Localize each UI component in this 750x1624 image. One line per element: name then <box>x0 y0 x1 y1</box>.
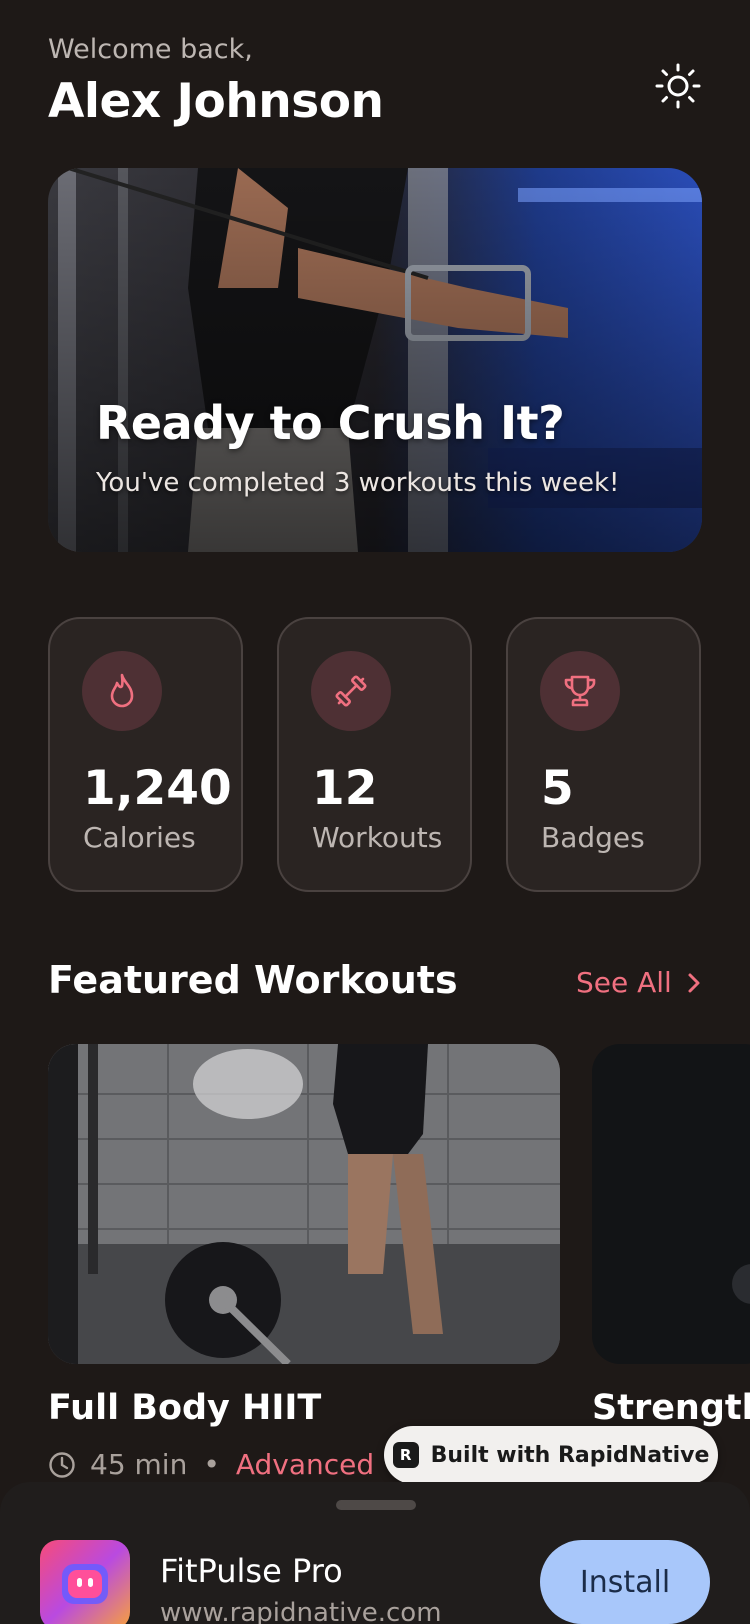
workout-card-image[interactable] <box>592 1044 750 1364</box>
welcome-text: Welcome back, <box>48 34 253 65</box>
section-title: Featured Workouts <box>48 958 458 1002</box>
workout-photo <box>48 1044 560 1364</box>
hero-title: Ready to Crush It? <box>96 396 565 450</box>
workout-card-image[interactable] <box>48 1044 560 1364</box>
chevron-right-icon <box>688 973 700 992</box>
built-with-badge[interactable]: R Built with RapidNative <box>384 1426 718 1484</box>
sun-icon <box>655 63 701 109</box>
app-name: FitPulse Pro <box>160 1552 343 1590</box>
workout-level: Advanced <box>235 1448 375 1481</box>
hero-banner[interactable]: Ready to Crush It? You've completed 3 wo… <box>48 168 702 552</box>
see-all-link[interactable]: See All <box>576 966 702 999</box>
stat-value: 1,240 <box>83 761 232 816</box>
workout-duration: 45 min <box>90 1448 188 1481</box>
clock-icon <box>49 1451 75 1478</box>
stat-card-workouts[interactable]: 12 Workouts <box>277 617 472 892</box>
workout-title[interactable]: Strength <box>592 1388 750 1428</box>
stat-label: Badges <box>541 821 645 854</box>
stat-label: Calories <box>83 821 196 854</box>
install-sheet: FitPulse Pro www.rapidnative.com Install <box>0 1482 750 1624</box>
flame-icon <box>82 651 162 731</box>
badge-label: Built with RapidNative <box>430 1442 710 1468</box>
user-name: Alex Johnson <box>48 74 384 129</box>
separator-dot: • <box>203 1448 220 1481</box>
rapidnative-logo-icon: R <box>392 1442 419 1468</box>
install-button[interactable]: Install <box>540 1540 710 1624</box>
app-icon <box>40 1540 130 1624</box>
dumbbell-icon <box>311 651 391 731</box>
drag-handle[interactable] <box>336 1500 416 1510</box>
app-url: www.rapidnative.com <box>160 1598 442 1624</box>
workout-meta: 45 min • Advanced <box>48 1448 374 1481</box>
workout-photo <box>592 1044 750 1364</box>
hero-subtitle: You've completed 3 workouts this week! <box>96 468 620 498</box>
theme-toggle-button[interactable] <box>650 58 706 114</box>
stat-card-calories[interactable]: 1,240 Calories <box>48 617 243 892</box>
stat-card-badges[interactable]: 5 Badges <box>506 617 701 892</box>
stat-value: 12 <box>312 761 378 816</box>
stat-label: Workouts <box>312 821 443 854</box>
trophy-icon <box>540 651 620 731</box>
see-all-label: See All <box>576 966 672 999</box>
workout-title[interactable]: Full Body HIIT <box>48 1388 321 1428</box>
stat-value: 5 <box>541 761 574 816</box>
